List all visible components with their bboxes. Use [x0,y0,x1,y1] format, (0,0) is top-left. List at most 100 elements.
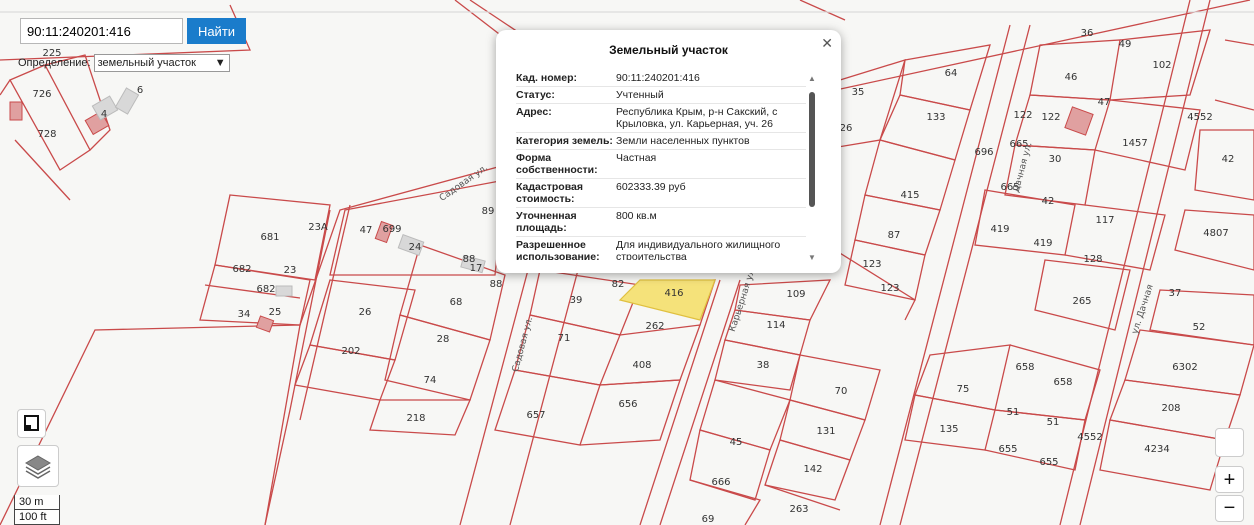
parcel-label: 87 [888,230,901,241]
parcel-label: 34 [238,309,251,320]
parcel-label: 46 [1065,72,1078,83]
parcel-label: 39 [570,295,583,306]
parcel-label: 51 [1047,417,1060,428]
parcel-label: 682 [256,284,275,295]
parcel-info-popup: Земельный участок ✕ Кад. номер: 90:11:240… [496,30,841,273]
parcel-label: 23А [308,222,328,233]
parcel-label: 123 [862,259,881,270]
layers-icon [25,455,51,479]
parcel-label: 122 [1013,110,1032,121]
parcel-label: 415 [900,190,919,201]
row-value: Республика Крым, р-н Сакский, с Крыловка… [616,106,778,130]
parcel-label: 657 [526,410,545,421]
zoom-in-button[interactable]: + [1215,466,1244,493]
parcel-label: 263 [789,504,808,515]
parcel-label: 681 [260,232,279,243]
parcel-label: 135 [939,424,958,435]
parcel-label: 656 [618,399,637,410]
parcel-label: 218 [406,413,425,424]
parcel-label: 25 [269,307,282,318]
parcel-label: 4234 [1144,444,1169,455]
scroll-up-icon[interactable]: ▲ [808,74,816,83]
parcel-label: 122 [1041,112,1060,123]
parcel-label: 133 [926,112,945,123]
popup-scrollbar[interactable]: ▲ ▼ [808,74,818,262]
parcel-label: 88 [490,279,503,290]
popup-row: Адрес: Республика Крым, р-н Сакский, с Кр… [516,104,806,133]
parcel-label: 47 [1098,97,1111,108]
parcel-label: 117 [1095,215,1114,226]
parcel-label: 4807 [1203,228,1228,239]
scroll-down-icon[interactable]: ▼ [808,253,816,262]
parcel-label: 17 [470,263,483,274]
parcel-label: 47 [360,225,373,236]
scale-metric: 30 m [14,495,60,510]
definition-select[interactable]: земельный участок ▼ [93,54,230,72]
row-value: Земли населенных пунктов [616,135,750,147]
row-value: 800 кв.м [616,210,657,222]
parcel-label: 35 [852,87,865,98]
row-key: Разрешенное использование: [516,239,600,260]
row-key: Адрес: [516,106,552,118]
parcel-label: 82 [612,279,625,290]
parcel-label: 658 [1053,377,1072,388]
parcel-label: 208 [1161,403,1180,414]
parcel-label: 23 [284,265,297,276]
popup-table: Кад. номер: 90:11:240201:416 Статус: Учтен… [516,70,806,260]
popup-title: Земельный участок [609,43,728,57]
parcel-label: 265 [1072,296,1091,307]
parcel-label: 71 [558,333,571,344]
parcel-label: 655 [998,444,1017,455]
square-icon[interactable] [1215,428,1244,457]
parcel-label: 4 [101,109,107,120]
parcel-label: 26 [840,123,853,134]
chevron-down-icon: ▼ [214,57,226,69]
popup-row: Уточненная площадь: 800 кв.м [516,208,806,237]
parcel-label: 114 [766,320,785,331]
parcel-label: 74 [424,375,437,386]
zoom-out-button[interactable]: − [1215,495,1244,522]
parcel-label: 42 [1222,154,1235,165]
parcel-label: 28 [437,334,450,345]
row-value: Учтенный [616,89,664,101]
parcel-label: 666 [711,477,730,488]
parcel-label: 128 [1083,254,1102,265]
parcel-label: 24 [409,242,422,253]
search-button[interactable]: Найти [187,18,246,44]
popup-row: Кад. номер: 90:11:240201:416 [516,70,806,87]
parcel-label: 1457 [1122,138,1147,149]
scroll-thumb[interactable] [809,92,815,207]
definition-label: Определение: [18,57,91,69]
popup-row: Категория земель: Земли населенных пункто… [516,133,806,150]
parcel-label: 728 [37,129,56,140]
parcel-label: 38 [757,360,770,371]
parcel-label: 202 [341,346,360,357]
row-key: Кад. номер: [516,72,578,84]
parcel-label: 70 [835,386,848,397]
popup-row: Статус: Учтенный [516,87,806,104]
parcel-label: 262 [645,321,664,332]
parcel-label: 109 [786,289,805,300]
parcel-label: 699 [382,224,401,235]
parcel-label: 408 [632,360,651,371]
parcel-label: 75 [957,384,970,395]
parcel-label: 36 [1081,28,1094,39]
parcel-label: 64 [945,68,958,79]
parcel-label: 30 [1049,154,1062,165]
parcel-label: 658 [1015,362,1034,373]
search-input[interactable] [20,18,183,44]
parcel-label: 419 [1033,238,1052,249]
parcel-label: 6302 [1172,362,1197,373]
parcel-label: 45 [730,437,743,448]
parcel-label: 123 [880,283,899,294]
parcel-label: 419 [990,224,1009,235]
parcel-label: 696 [974,147,993,158]
layers-button[interactable] [17,445,59,487]
parcel-label: 68 [450,297,463,308]
row-key: Статус: [516,89,555,101]
parcel-label: 682 [232,264,251,275]
parcel-label: 726 [32,89,51,100]
close-icon[interactable]: ✕ [821,35,833,52]
fullscreen-button[interactable] [17,409,46,438]
parcel-label: 51 [1007,407,1020,418]
